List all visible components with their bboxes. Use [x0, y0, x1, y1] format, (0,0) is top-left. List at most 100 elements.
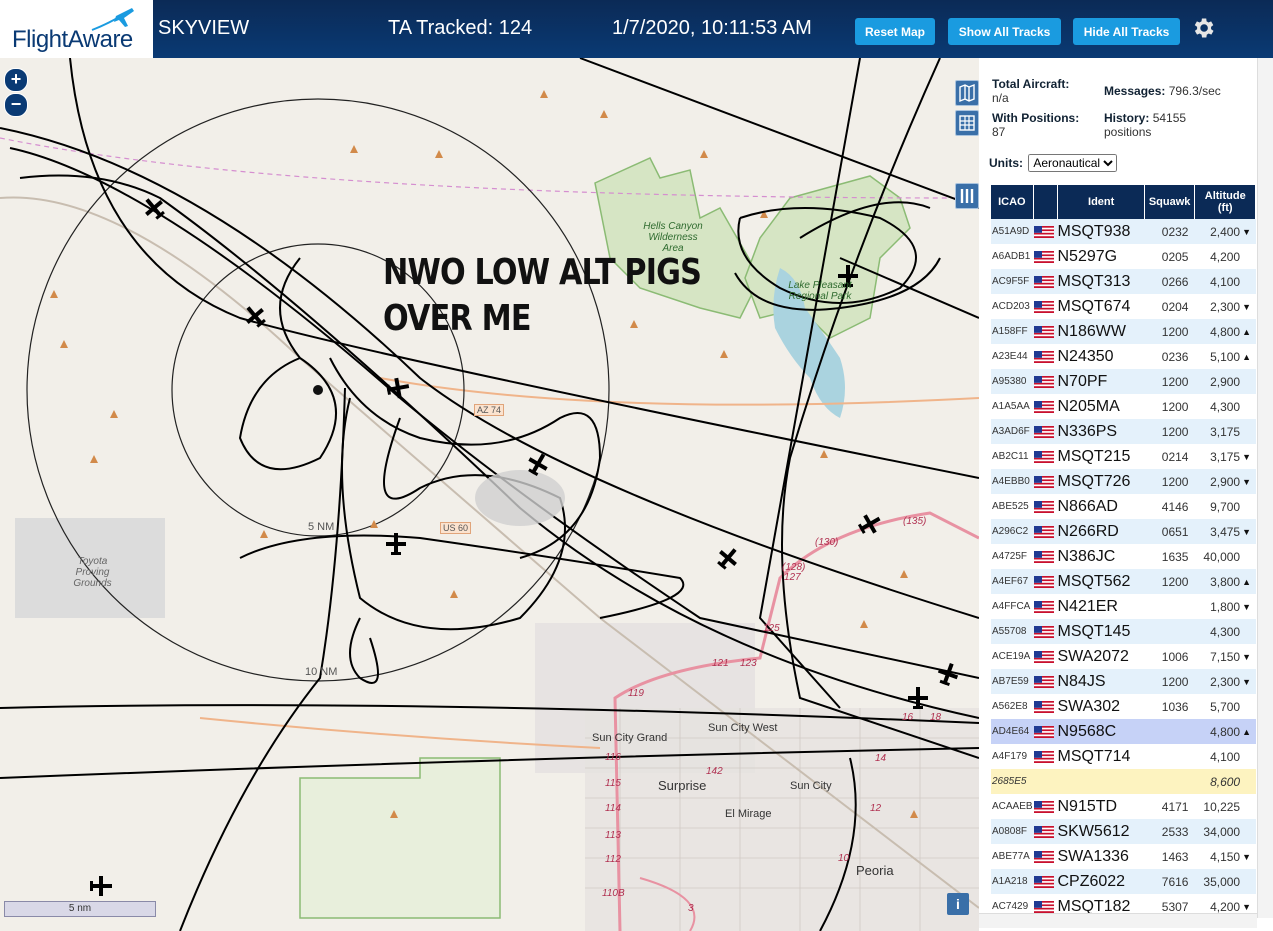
table-row[interactable]: AB7E59 N84JS 1200 2,300 ▼ [991, 669, 1256, 694]
map-layers-button[interactable] [955, 80, 979, 106]
road-num: 142 [706, 766, 723, 777]
row-altitude: 8,600 [1210, 774, 1241, 789]
row-altitude: 4,300 [1210, 624, 1241, 639]
row-flag [1033, 650, 1058, 663]
table-row[interactable]: AC9F5F MSQT313 0266 4,100 [991, 269, 1256, 294]
us-flag-icon [1033, 250, 1054, 263]
table-row[interactable]: AD4E64 N9568C 4,800 ▲ [991, 719, 1256, 744]
row-icao: A4725F [992, 551, 1028, 562]
table-row[interactable]: A296C2 N266RD 0651 3,475 ▼ [991, 519, 1256, 544]
table-row[interactable]: ACD203 MSQT674 0204 2,300 ▼ [991, 294, 1256, 319]
road-num: 125 [763, 623, 780, 634]
horizontal-scrollbar[interactable] [979, 913, 1257, 928]
reset-map-button[interactable]: Reset Map [855, 18, 935, 45]
hide-all-tracks-button[interactable]: Hide All Tracks [1073, 18, 1180, 45]
table-row[interactable]: A1A218 CPZ6022 7616 35,000 [991, 869, 1256, 894]
map-icon [959, 83, 975, 103]
row-icao: ABE77A [992, 851, 1030, 862]
map-canvas[interactable]: + − NWO LOW ALT PIGS OVER ME 5 NM 10 NM … [0, 58, 979, 931]
table-row[interactable]: ABE525 N866AD 4146 9,700 [991, 494, 1256, 519]
table-row[interactable]: A55708 MSQT145 4,300 [991, 619, 1256, 644]
grid-icon [959, 115, 975, 131]
label-toyota: Toyota Proving Grounds [73, 556, 112, 589]
col-icao[interactable]: ICAO [991, 185, 1034, 219]
row-flag [1033, 300, 1058, 313]
info-button[interactable]: i [947, 893, 969, 915]
row-climb-indicator: ▲ [1242, 576, 1252, 587]
table-row[interactable]: A0808F SKW5612 2533 34,000 [991, 819, 1256, 844]
row-altitude: 34,000 [1203, 824, 1241, 839]
table-row[interactable]: A4725F N386JC 1635 40,000 [991, 544, 1256, 569]
logo-plane-icon [91, 8, 134, 31]
row-squawk: 0266 [1161, 274, 1189, 289]
us-flag-icon [1033, 900, 1054, 913]
zoom-out-button[interactable]: − [4, 93, 28, 117]
table-row[interactable]: A4FFCA N421ER 1,800 ▼ [991, 594, 1256, 619]
label-lake-pleasant: Lake Pleasant Regional Park [788, 280, 852, 302]
row-flag [1033, 600, 1058, 613]
table-row[interactable]: A4F179 MSQT714 4,100 [991, 744, 1256, 769]
row-ident: CPZ6022 [1057, 872, 1126, 890]
col-flag[interactable] [1034, 185, 1059, 219]
row-climb-indicator: ▲ [1242, 326, 1252, 337]
aircraft-panel: Total Aircraft: n/a Messages: 796.3/sec W… [979, 58, 1273, 931]
label-peoria: Peoria [856, 863, 894, 878]
row-altitude: 3,175 [1210, 449, 1241, 464]
row-ident: N5297G [1057, 247, 1118, 265]
table-row[interactable]: A4EBB0 MSQT726 1200 2,900 ▼ [991, 469, 1256, 494]
row-climb-indicator: ▼ [1242, 601, 1252, 612]
zoom-in-button[interactable]: + [4, 68, 28, 92]
row-ident: N205MA [1057, 397, 1120, 415]
road-num: 119 [628, 688, 644, 699]
table-row[interactable]: A51A9D MSQT938 0232 2,400 ▼ [991, 219, 1256, 244]
row-altitude: 1,800 [1210, 599, 1241, 614]
table-row[interactable]: A1A5AA N205MA 1200 4,300 [991, 394, 1256, 419]
row-squawk: 0236 [1161, 349, 1189, 364]
table-row[interactable]: A562E8 SWA302 1036 5,700 [991, 694, 1256, 719]
row-climb-indicator: ▼ [1242, 451, 1252, 462]
row-flag [1033, 625, 1058, 638]
row-climb-indicator: ▼ [1242, 901, 1252, 912]
table-row[interactable]: A158FF N186WW 1200 4,800 ▲ [991, 319, 1256, 344]
table-row[interactable]: 2685E5 8,600 [991, 769, 1256, 794]
label-hells-canyon: Hells Canyon Wilderness Area [643, 221, 703, 254]
col-altitude[interactable]: Altitude (ft) [1195, 185, 1256, 219]
table-row[interactable]: A23E44 N24350 0236 5,100 ▲ [991, 344, 1256, 369]
table-header: ICAO Ident Squawk Altitude (ft) [991, 185, 1256, 219]
row-flag [1033, 550, 1058, 563]
row-ident: SWA302 [1057, 697, 1121, 715]
row-flag [1033, 800, 1058, 813]
vertical-scrollbar[interactable] [1257, 58, 1273, 918]
table-row[interactable]: ACAAEB N915TD 4171 10,225 [991, 794, 1256, 819]
map-layer [0, 58, 979, 931]
row-squawk: 4171 [1161, 799, 1189, 814]
road-num: 12 [870, 803, 882, 814]
table-row[interactable]: A4EF67 MSQT562 1200 3,800 ▲ [991, 569, 1256, 594]
table-row[interactable]: A95380 N70PF 1200 2,900 [991, 369, 1256, 394]
table-row[interactable]: A3AD6F N336PS 1200 3,175 [991, 419, 1256, 444]
with-positions: With Positions: 87 [992, 111, 1080, 139]
row-ident: SKW5612 [1057, 822, 1130, 840]
label-sun-city: Sun City [790, 780, 832, 792]
row-icao: A6ADB1 [992, 251, 1031, 262]
col-ident[interactable]: Ident [1058, 185, 1145, 219]
road-num: 10 [838, 853, 850, 864]
row-flag [1033, 575, 1058, 588]
col-squawk[interactable]: Squawk [1145, 185, 1196, 219]
table-row[interactable]: AB2C11 MSQT215 0214 3,175 ▼ [991, 444, 1256, 469]
row-ident: MSQT714 [1057, 747, 1131, 765]
row-flag [1033, 350, 1058, 363]
gear-icon[interactable] [1190, 15, 1216, 41]
table-row[interactable]: A6ADB1 N5297G 0205 4,200 [991, 244, 1256, 269]
grid-toggle-button[interactable] [955, 110, 979, 136]
panel-toggle-button[interactable] [955, 183, 979, 209]
road-num: 112 [605, 854, 621, 865]
table-row[interactable]: ABE77A SWA1336 1463 4,150 ▼ [991, 844, 1256, 869]
us-flag-icon [1033, 225, 1054, 238]
row-ident: N84JS [1057, 672, 1106, 690]
row-altitude: 4,800 [1210, 324, 1241, 339]
table-row[interactable]: ACE19A SWA2072 1006 7,150 ▼ [991, 644, 1256, 669]
show-all-tracks-button[interactable]: Show All Tracks [948, 18, 1061, 45]
units-select[interactable]: Aeronautical [1028, 154, 1118, 172]
flightaware-logo[interactable]: FlightAware [0, 0, 153, 58]
